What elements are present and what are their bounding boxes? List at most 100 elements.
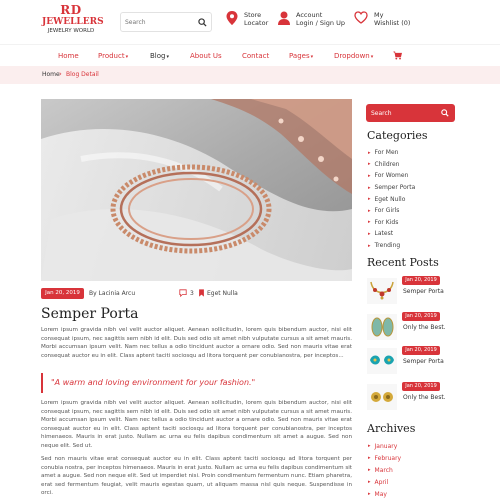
archive-label: April bbox=[374, 478, 389, 486]
store-line-1: Store bbox=[244, 11, 262, 19]
nav-home[interactable]: Home bbox=[58, 52, 79, 60]
nav-contact[interactable]: Contact bbox=[242, 52, 269, 60]
header-search bbox=[120, 12, 212, 32]
caret-right-icon: ▸ bbox=[368, 172, 371, 179]
recent-post-date: Jan 20, 2019 bbox=[402, 312, 440, 321]
comment-icon bbox=[179, 289, 187, 297]
category-label: For Women bbox=[374, 172, 409, 180]
category-item[interactable]: ▸ Children bbox=[367, 159, 455, 171]
store-line-2: Locator bbox=[244, 19, 269, 27]
logo-tagline: JEWELRY WORLD bbox=[47, 28, 95, 34]
categories-heading: Categories bbox=[367, 129, 428, 142]
post-paragraph-2: Lorem ipsum gravida nibh vel velit aucto… bbox=[41, 400, 352, 449]
archive-list: ▸ January ▸ February ▸ March ▸ April ▸ May bbox=[367, 440, 455, 500]
caret-right-icon: ▸ bbox=[368, 491, 371, 497]
category-list: ▸ For Men ▸ Children ▸ For Women ▸ Semper Po… bbox=[367, 147, 455, 251]
search-icon[interactable] bbox=[441, 109, 449, 117]
sidebar-search-input[interactable] bbox=[371, 107, 431, 119]
header-search-input[interactable] bbox=[125, 15, 195, 30]
category-label: Children bbox=[374, 160, 400, 168]
caret-right-icon: ▸ bbox=[368, 219, 371, 226]
turquoise-earrings-thumbnail bbox=[367, 348, 397, 374]
category-item[interactable]: ▸ Latest bbox=[367, 228, 455, 240]
caret-right-icon: ▸ bbox=[368, 184, 371, 191]
post-comment-count[interactable]: 3 bbox=[190, 290, 194, 297]
recent-post[interactable]: Jan 20, 2019 Only the Best. bbox=[367, 312, 455, 342]
archive-item[interactable]: ▸ January bbox=[367, 440, 455, 452]
recent-post[interactable]: Jan 20, 2019 Semper Porta bbox=[367, 346, 455, 376]
search-icon[interactable] bbox=[198, 18, 207, 27]
post-paragraph-3: Sed non mauris vitae erat consequat auct… bbox=[41, 456, 352, 497]
archive-item[interactable]: ▸ April bbox=[367, 476, 455, 488]
category-item[interactable]: ▸ Trending bbox=[367, 240, 455, 252]
store-locator-link[interactable]: Store Locator bbox=[226, 11, 268, 27]
breadcrumb-home[interactable]: Home bbox=[42, 71, 60, 78]
archive-item[interactable]: ▸ May bbox=[367, 488, 455, 500]
chevron-down-icon: ▾ bbox=[370, 54, 374, 60]
archive-label: May bbox=[374, 490, 387, 498]
caret-right-icon: ▸ bbox=[368, 242, 371, 249]
recent-post-title: Semper Porta bbox=[403, 288, 444, 295]
category-label: Eget Nullo bbox=[374, 195, 406, 203]
account-link[interactable]: Account Login / Sign Up bbox=[278, 11, 345, 27]
cart-icon[interactable] bbox=[393, 51, 402, 60]
category-label: Trending bbox=[374, 242, 401, 250]
breadcrumb: Home › Blog Detail bbox=[0, 66, 500, 84]
nav-dropdown-label: Dropdown bbox=[334, 52, 370, 60]
category-item[interactable]: ▸ For Girls bbox=[367, 205, 455, 217]
category-item[interactable]: ▸ Semper Porta bbox=[367, 182, 455, 194]
site-logo[interactable]: RD JEWELLERS JEWELRY WORLD bbox=[42, 3, 104, 35]
logo-line-2: JEWELLERS bbox=[42, 17, 104, 27]
wishlist-link[interactable]: My Wishlist (0) bbox=[354, 11, 410, 27]
post-date-badge: Jan 20, 2019 bbox=[41, 288, 84, 299]
category-label: Latest bbox=[374, 230, 394, 238]
category-label: Semper Porta bbox=[374, 184, 416, 192]
post-blockquote: "A warm and loving environment for your … bbox=[41, 373, 352, 393]
nav-blog[interactable]: Blog▾ bbox=[150, 52, 169, 60]
post-author[interactable]: By Lacinia Arcu bbox=[89, 290, 135, 297]
category-item[interactable]: ▸ For Kids bbox=[367, 217, 455, 229]
account-line-1: Account bbox=[296, 11, 323, 19]
caret-right-icon: ▸ bbox=[368, 196, 371, 203]
nav-blog-label: Blog bbox=[150, 52, 166, 60]
nav-pages-label: Pages bbox=[289, 52, 310, 60]
nav-dropdown[interactable]: Dropdown▾ bbox=[334, 52, 373, 60]
nav-product-label: Product bbox=[98, 52, 125, 60]
caret-right-icon: ▸ bbox=[368, 207, 371, 214]
recent-post[interactable]: Jan 20, 2019 Only the Best. bbox=[367, 382, 455, 412]
chevron-down-icon: ▾ bbox=[166, 54, 169, 60]
heart-icon bbox=[354, 11, 368, 24]
logo-line-1: RD bbox=[60, 3, 82, 17]
sidebar-search bbox=[366, 104, 455, 122]
caret-right-icon: ▸ bbox=[368, 467, 371, 473]
archive-item[interactable]: ▸ March bbox=[367, 464, 455, 476]
caret-right-icon: ▸ bbox=[368, 443, 371, 449]
wishlist-line-2: Wishlist (0) bbox=[374, 19, 411, 27]
category-label: For Men bbox=[374, 149, 399, 157]
caret-right-icon: ▸ bbox=[368, 161, 371, 168]
recent-post[interactable]: Jan 20, 2019 Semper Porta bbox=[367, 276, 455, 306]
nav-pages[interactable]: Pages▾ bbox=[289, 52, 313, 60]
necklace-thumbnail bbox=[367, 278, 397, 304]
archive-item[interactable]: ▸ February bbox=[367, 452, 455, 464]
caret-right-icon: ▸ bbox=[368, 479, 371, 485]
post-title: Semper Porta bbox=[41, 306, 139, 322]
nav-about[interactable]: About Us bbox=[190, 52, 222, 60]
archive-label: February bbox=[374, 454, 402, 462]
breadcrumb-current: Blog Detail bbox=[66, 71, 99, 78]
caret-right-icon: ▸ bbox=[368, 149, 371, 156]
category-label: For Girls bbox=[374, 207, 400, 215]
nav-product[interactable]: Product▾ bbox=[98, 52, 128, 60]
category-item[interactable]: ▸ For Men bbox=[367, 147, 455, 159]
recent-post-title: Only the Best. bbox=[403, 324, 446, 331]
category-item[interactable]: ▸ For Women bbox=[367, 170, 455, 182]
bracelet-photo bbox=[41, 99, 352, 281]
category-item[interactable]: ▸ Eget Nullo bbox=[367, 193, 455, 205]
archive-label: January bbox=[374, 442, 398, 450]
archives-heading: Archives bbox=[367, 422, 416, 435]
recent-post-date: Jan 20, 2019 bbox=[402, 276, 440, 285]
post-tag[interactable]: Eget Nulla bbox=[207, 290, 238, 297]
recent-post-date: Jan 20, 2019 bbox=[402, 346, 440, 355]
caret-right-icon: ▸ bbox=[368, 455, 371, 461]
category-label: For Kids bbox=[374, 218, 399, 226]
